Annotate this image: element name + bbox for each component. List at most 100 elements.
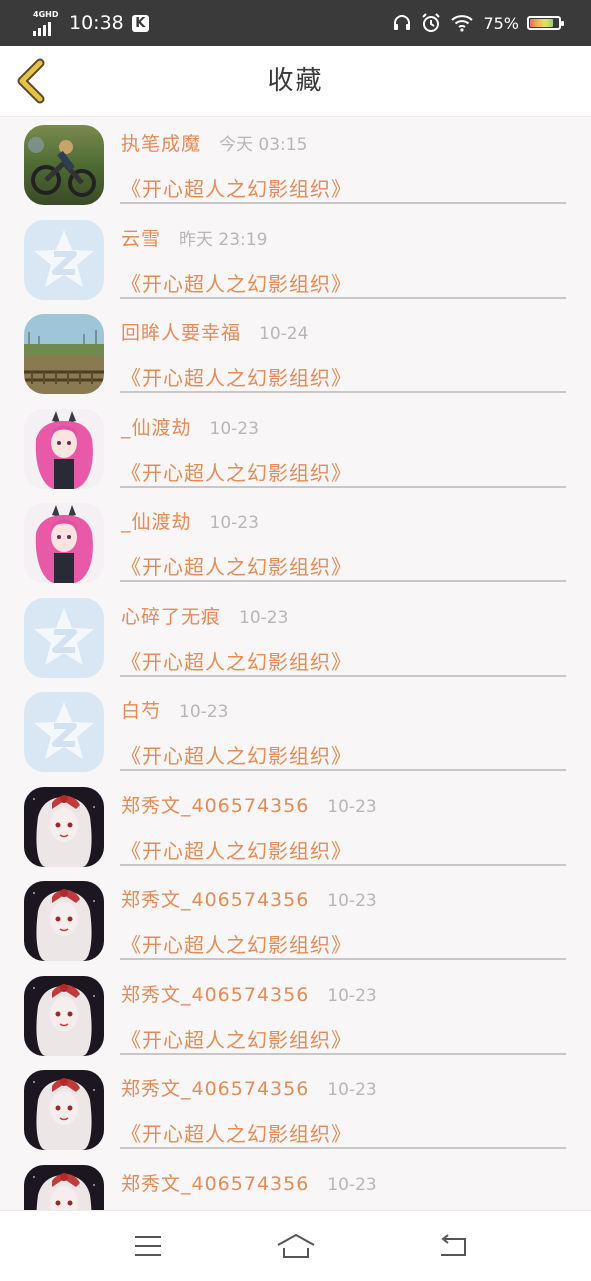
user-name-text: 郑秀文_406574356 [121,1173,310,1195]
timestamp: 10-24 [259,324,309,344]
user-name: _仙渡劫 10-23 [121,507,259,534]
list-item[interactable]: 执笔成魔 今天 03:15 《开心超人之幻影组织》 [0,117,591,212]
user-name: 郑秀文_406574356 10-23 [121,1169,377,1196]
user-name: 回眸人要幸福 10-24 [121,318,308,345]
favorite-title[interactable]: 《开心超人之幻影组织》 [121,929,352,958]
user-name-text: 郑秀文_406574356 [121,1078,310,1100]
battery-icon [527,16,564,30]
user-name-text: 执笔成魔 [121,133,202,155]
timestamp: 10-23 [327,891,377,911]
user-name-text: 郑秀文_406574356 [121,984,310,1006]
user-name-text: 郑秀文_406574356 [121,889,310,911]
divider [120,202,566,204]
divider [120,1053,566,1055]
header-bar: 收藏 [0,46,591,117]
status-bar: 4GHD 10:38 K 75% [0,0,591,46]
timestamp: 10-23 [239,608,289,628]
list-item[interactable]: 郑秀文_406574356 10-23 《开心超人之幻影组织》 [0,779,591,874]
avatar[interactable] [24,220,104,300]
divider [120,864,566,866]
list-item[interactable]: 云雪 昨天 23:19 《开心超人之幻影组织》 [0,212,591,307]
favorite-title[interactable]: 《开心超人之幻影组织》 [121,1118,352,1147]
divider [120,486,566,488]
headphones-icon [393,14,411,32]
avatar[interactable] [24,787,104,867]
favorite-title[interactable]: 《开心超人之幻影组织》 [121,173,352,202]
list-item[interactable]: 郑秀文_406574356 10-23 《开心超人之幻影组织》 [0,968,591,1063]
timestamp: 10-23 [327,1080,377,1100]
list-item[interactable]: 郑秀文_406574356 10-23 《开心超人之幻影组织》 [0,1062,591,1157]
favorite-title[interactable]: 《开心超人之幻影组织》 [121,1024,352,1053]
favorite-title[interactable]: 《开心超人之幻影组织》 [121,646,352,675]
divider [120,1147,566,1149]
page-title: 收藏 [267,66,324,96]
user-name-text: 心碎了无痕 [121,606,222,628]
clock: 10:38 [69,12,124,34]
user-name: 云雪 昨天 23:19 [121,224,267,251]
user-name: 执笔成魔 今天 03:15 [121,129,307,156]
menu-button[interactable] [128,1231,168,1261]
user-name: 心碎了无痕 10-23 [121,602,288,629]
divider [120,675,566,677]
divider [120,769,566,771]
list-item[interactable]: 郑秀文_406574356 10-23 [0,1157,591,1210]
list-item[interactable]: 回眸人要幸福 10-24 《开心超人之幻影组织》 [0,306,591,401]
menu-icon [135,1236,161,1256]
timestamp: 10-23 [209,513,259,533]
timestamp: 10-23 [327,797,377,817]
user-name: 白芍 10-23 [121,696,228,723]
timestamp: 昨天 23:19 [179,230,268,250]
list-item[interactable]: 郑秀文_406574356 10-23 《开心超人之幻影组织》 [0,873,591,968]
favorite-title[interactable]: 《开心超人之幻影组织》 [121,268,352,297]
timestamp: 10-23 [209,419,259,439]
divider [120,297,566,299]
avatar[interactable] [24,1165,104,1210]
favorite-title[interactable]: 《开心超人之幻影组织》 [121,740,352,769]
home-icon [277,1233,315,1258]
alarm-icon [421,13,441,33]
avatar[interactable] [24,598,104,678]
divider [120,580,566,582]
user-name-text: 回眸人要幸福 [121,322,242,344]
divider [120,391,566,393]
wifi-icon [451,14,474,32]
list-item[interactable]: _仙渡劫 10-23 《开心超人之幻影组织》 [0,495,591,590]
timestamp: 10-23 [327,1175,377,1195]
avatar[interactable] [24,314,104,394]
favorite-title[interactable]: 《开心超人之幻影组织》 [121,835,352,864]
system-nav-bar [0,1210,591,1281]
avatar[interactable] [24,976,104,1056]
signal-icon: 4GHD [33,10,59,36]
user-name-text: 白芍 [121,700,162,722]
user-name: 郑秀文_406574356 10-23 [121,791,377,818]
list-item[interactable]: _仙渡劫 10-23 《开心超人之幻影组织》 [0,401,591,496]
timestamp: 10-23 [327,986,377,1006]
user-name: 郑秀文_406574356 10-23 [121,980,377,1007]
timestamp: 今天 03:15 [219,135,308,155]
user-name: _仙渡劫 10-23 [121,413,259,440]
user-name-text: _仙渡劫 [121,511,192,533]
user-name-text: 云雪 [121,228,162,250]
list-item[interactable]: 白芍 10-23 《开心超人之幻影组织》 [0,684,591,779]
battery-percent: 75% [483,13,519,33]
avatar[interactable] [24,881,104,961]
favorite-title[interactable]: 《开心超人之幻影组织》 [121,362,352,391]
favorite-title[interactable]: 《开心超人之幻影组织》 [121,551,352,580]
avatar[interactable] [24,1070,104,1150]
return-button[interactable] [432,1231,472,1261]
user-name: 郑秀文_406574356 10-23 [121,1074,377,1101]
favorite-title[interactable]: 《开心超人之幻影组织》 [121,457,352,486]
favorites-list[interactable]: 执笔成魔 今天 03:15 《开心超人之幻影组织》 云雪 昨天 23:19 《开心超人之幻… [0,117,591,1210]
user-name: 郑秀文_406574356 10-23 [121,885,377,912]
back-icon [441,1234,466,1256]
avatar[interactable] [24,692,104,772]
list-item[interactable]: 心碎了无痕 10-23 《开心超人之幻影组织》 [0,590,591,685]
avatar[interactable] [24,409,104,489]
status-right: 75% [383,10,564,36]
network-type: 4GHD [33,10,59,19]
avatar[interactable] [24,125,104,205]
app-badge: K [131,14,149,32]
home-button[interactable] [276,1231,316,1261]
timestamp: 10-23 [179,702,229,722]
avatar[interactable] [24,503,104,583]
